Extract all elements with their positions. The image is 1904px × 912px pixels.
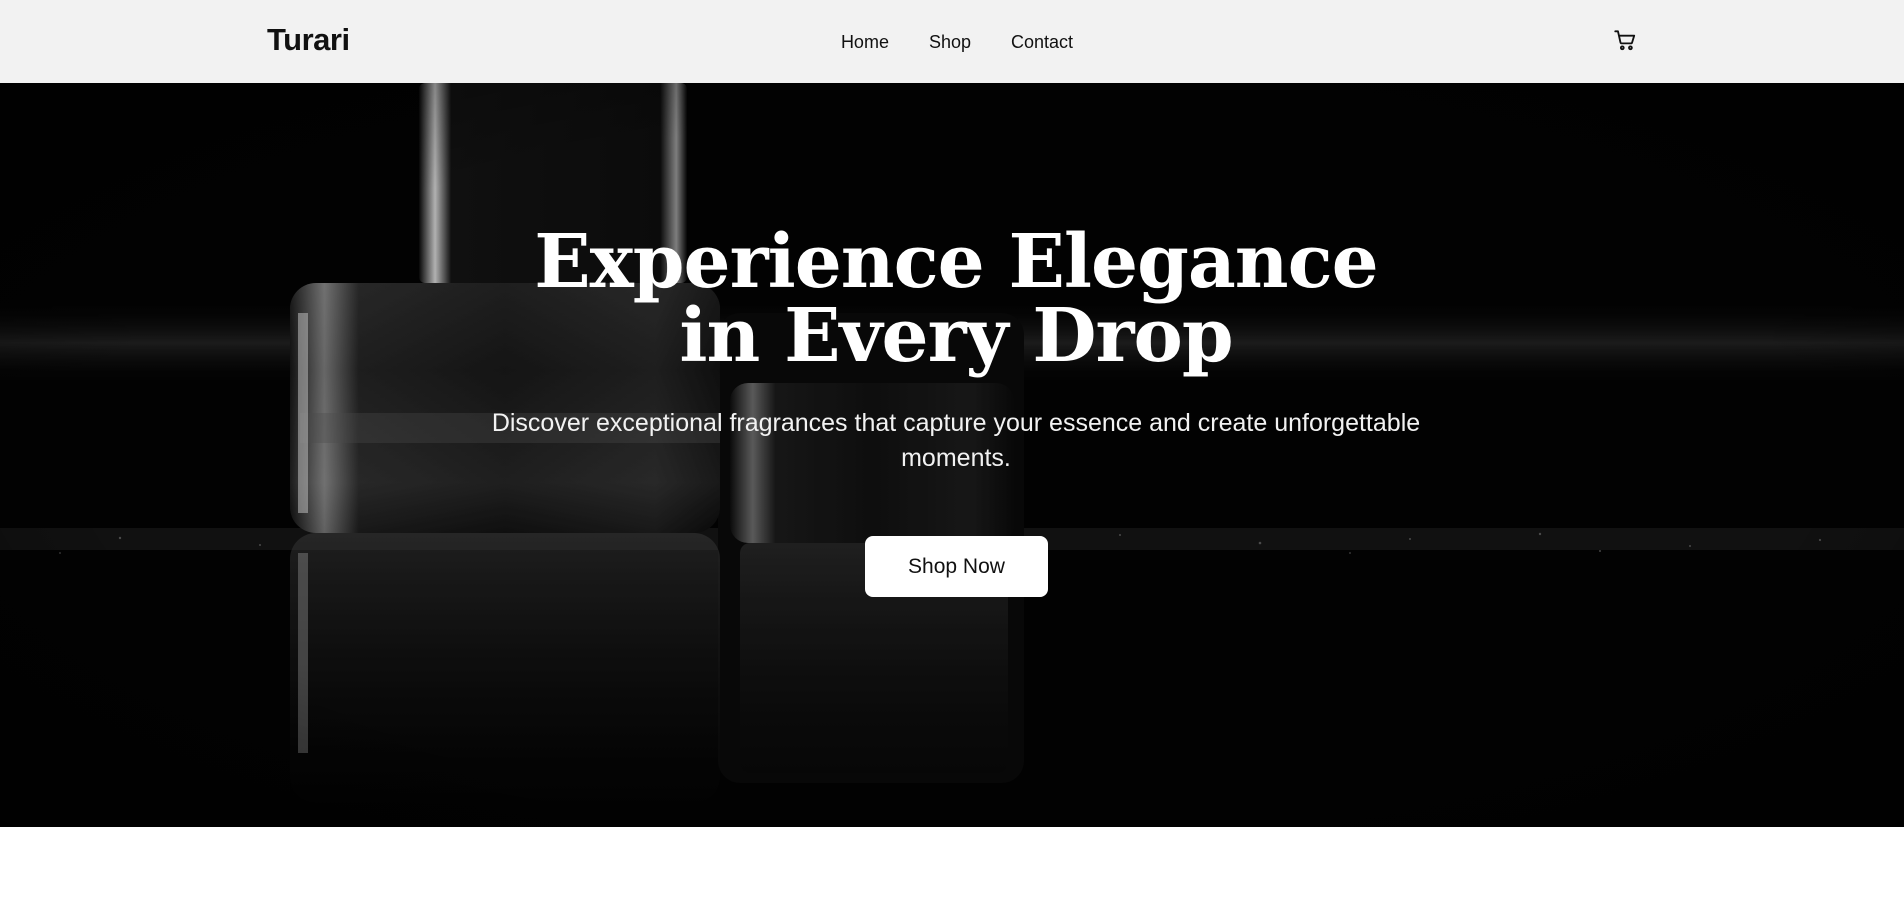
brand-logo[interactable]: Turari bbox=[267, 22, 350, 58]
hero-title: Experience Elegance in Every Drop bbox=[452, 225, 1460, 373]
nav-contact-link[interactable]: Contact bbox=[1011, 31, 1073, 53]
shopping-cart-icon[interactable] bbox=[1612, 27, 1638, 53]
nav-shop-link[interactable]: Shop bbox=[929, 31, 971, 53]
site-header: Turari Home Shop Contact bbox=[0, 0, 1904, 83]
hero-section: Experience Elegance in Every Drop Discov… bbox=[0, 83, 1904, 827]
hero-title-line-1: Experience Elegance bbox=[534, 219, 1378, 305]
hero-subtitle: Discover exceptional fragrances that cap… bbox=[491, 409, 1421, 472]
nav-home-link[interactable]: Home bbox=[841, 31, 889, 53]
hero-title-line-2: in Every Drop bbox=[679, 293, 1233, 379]
shop-now-button[interactable]: Shop Now bbox=[865, 536, 1048, 597]
page-content-below-hero bbox=[0, 827, 1904, 912]
